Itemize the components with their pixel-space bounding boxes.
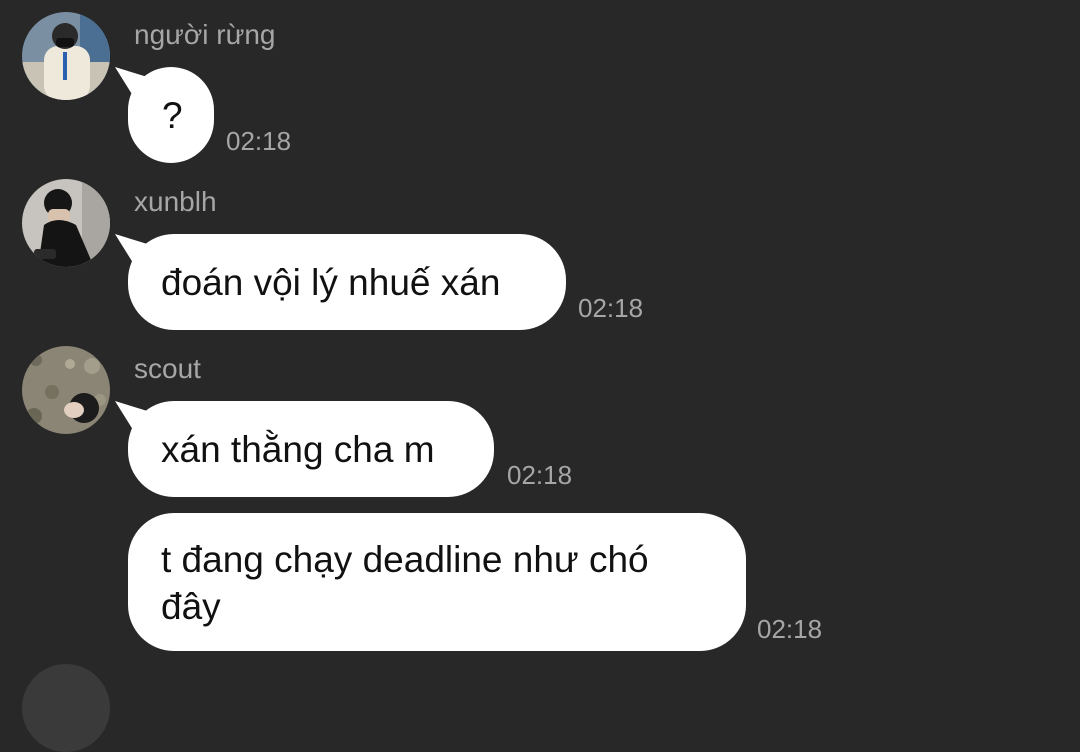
message-text: xán thằng cha m	[161, 429, 435, 470]
message-bubble[interactable]: xán thằng cha m	[128, 401, 494, 497]
message-text: t đang chạy deadline như chó đây	[161, 539, 649, 627]
message-timestamp: 02:18	[226, 126, 292, 156]
user-avatar-icon	[22, 179, 110, 267]
sender-name: người rừng	[134, 19, 276, 50]
message-bubble[interactable]: t đang chạy deadline như chó đây	[128, 513, 746, 651]
sender-name: scout	[134, 353, 201, 384]
message-text: ?	[162, 95, 183, 136]
user-avatar-icon	[22, 12, 110, 100]
message-bubble[interactable]: ?	[128, 67, 214, 163]
sender-name: xunblh	[134, 186, 217, 217]
message-bubble[interactable]: đoán vội lý nhuế xán	[128, 234, 566, 330]
avatar-nguoi-rung[interactable]	[22, 12, 110, 100]
message-timestamp: 02:18	[507, 460, 573, 490]
avatar-xunblh[interactable]	[22, 179, 110, 267]
message-text: đoán vội lý nhuế xán	[161, 262, 501, 303]
avatar-scout[interactable]	[22, 346, 110, 434]
user-avatar-icon	[22, 346, 110, 434]
message-timestamp: 02:18	[578, 293, 644, 323]
avatar-next-message[interactable]	[22, 664, 110, 752]
message-timestamp: 02:18	[757, 614, 823, 644]
